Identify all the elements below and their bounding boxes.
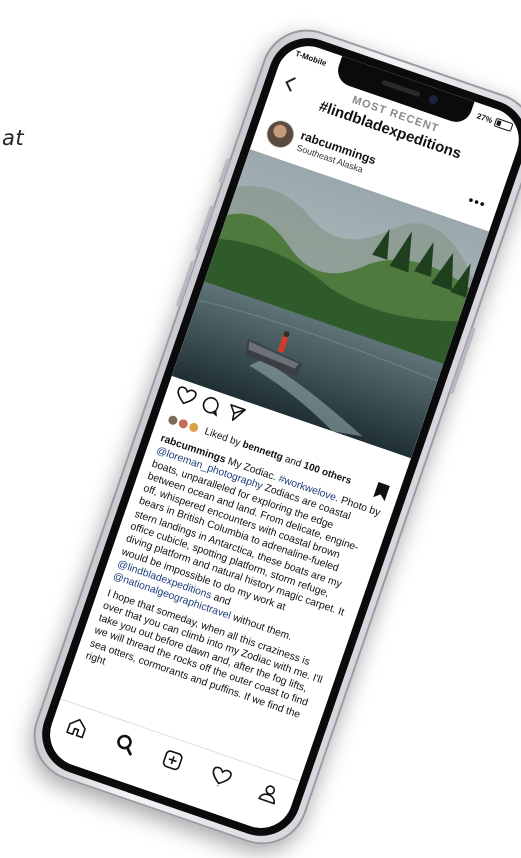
phone-stage: T-Mobile 27% MOST RECENT #lindbladexpedi… — [0, 12, 521, 857]
activity-icon[interactable] — [207, 763, 235, 791]
screen: T-Mobile 27% MOST RECENT #lindbladexpedi… — [41, 37, 521, 837]
phone: T-Mobile 27% MOST RECENT #lindbladexpedi… — [21, 17, 521, 857]
front-camera — [427, 93, 439, 106]
heart-icon[interactable] — [172, 385, 198, 413]
liker-avatar — [186, 420, 201, 435]
comment-icon[interactable] — [198, 394, 223, 422]
more-icon[interactable]: ••• — [466, 191, 488, 212]
battery-indicator: 27% — [476, 111, 514, 132]
share-icon[interactable] — [223, 402, 248, 430]
speaker — [380, 79, 421, 98]
avatar[interactable] — [262, 116, 299, 152]
search-icon[interactable] — [111, 730, 139, 758]
profile-icon[interactable] — [255, 779, 283, 807]
carrier-label: T-Mobile — [294, 48, 328, 69]
new-post-icon[interactable] — [159, 746, 187, 774]
battery-icon — [493, 117, 514, 132]
likes-and: and — [283, 453, 303, 470]
home-icon[interactable] — [63, 713, 91, 741]
battery-percent: 27% — [475, 111, 494, 126]
